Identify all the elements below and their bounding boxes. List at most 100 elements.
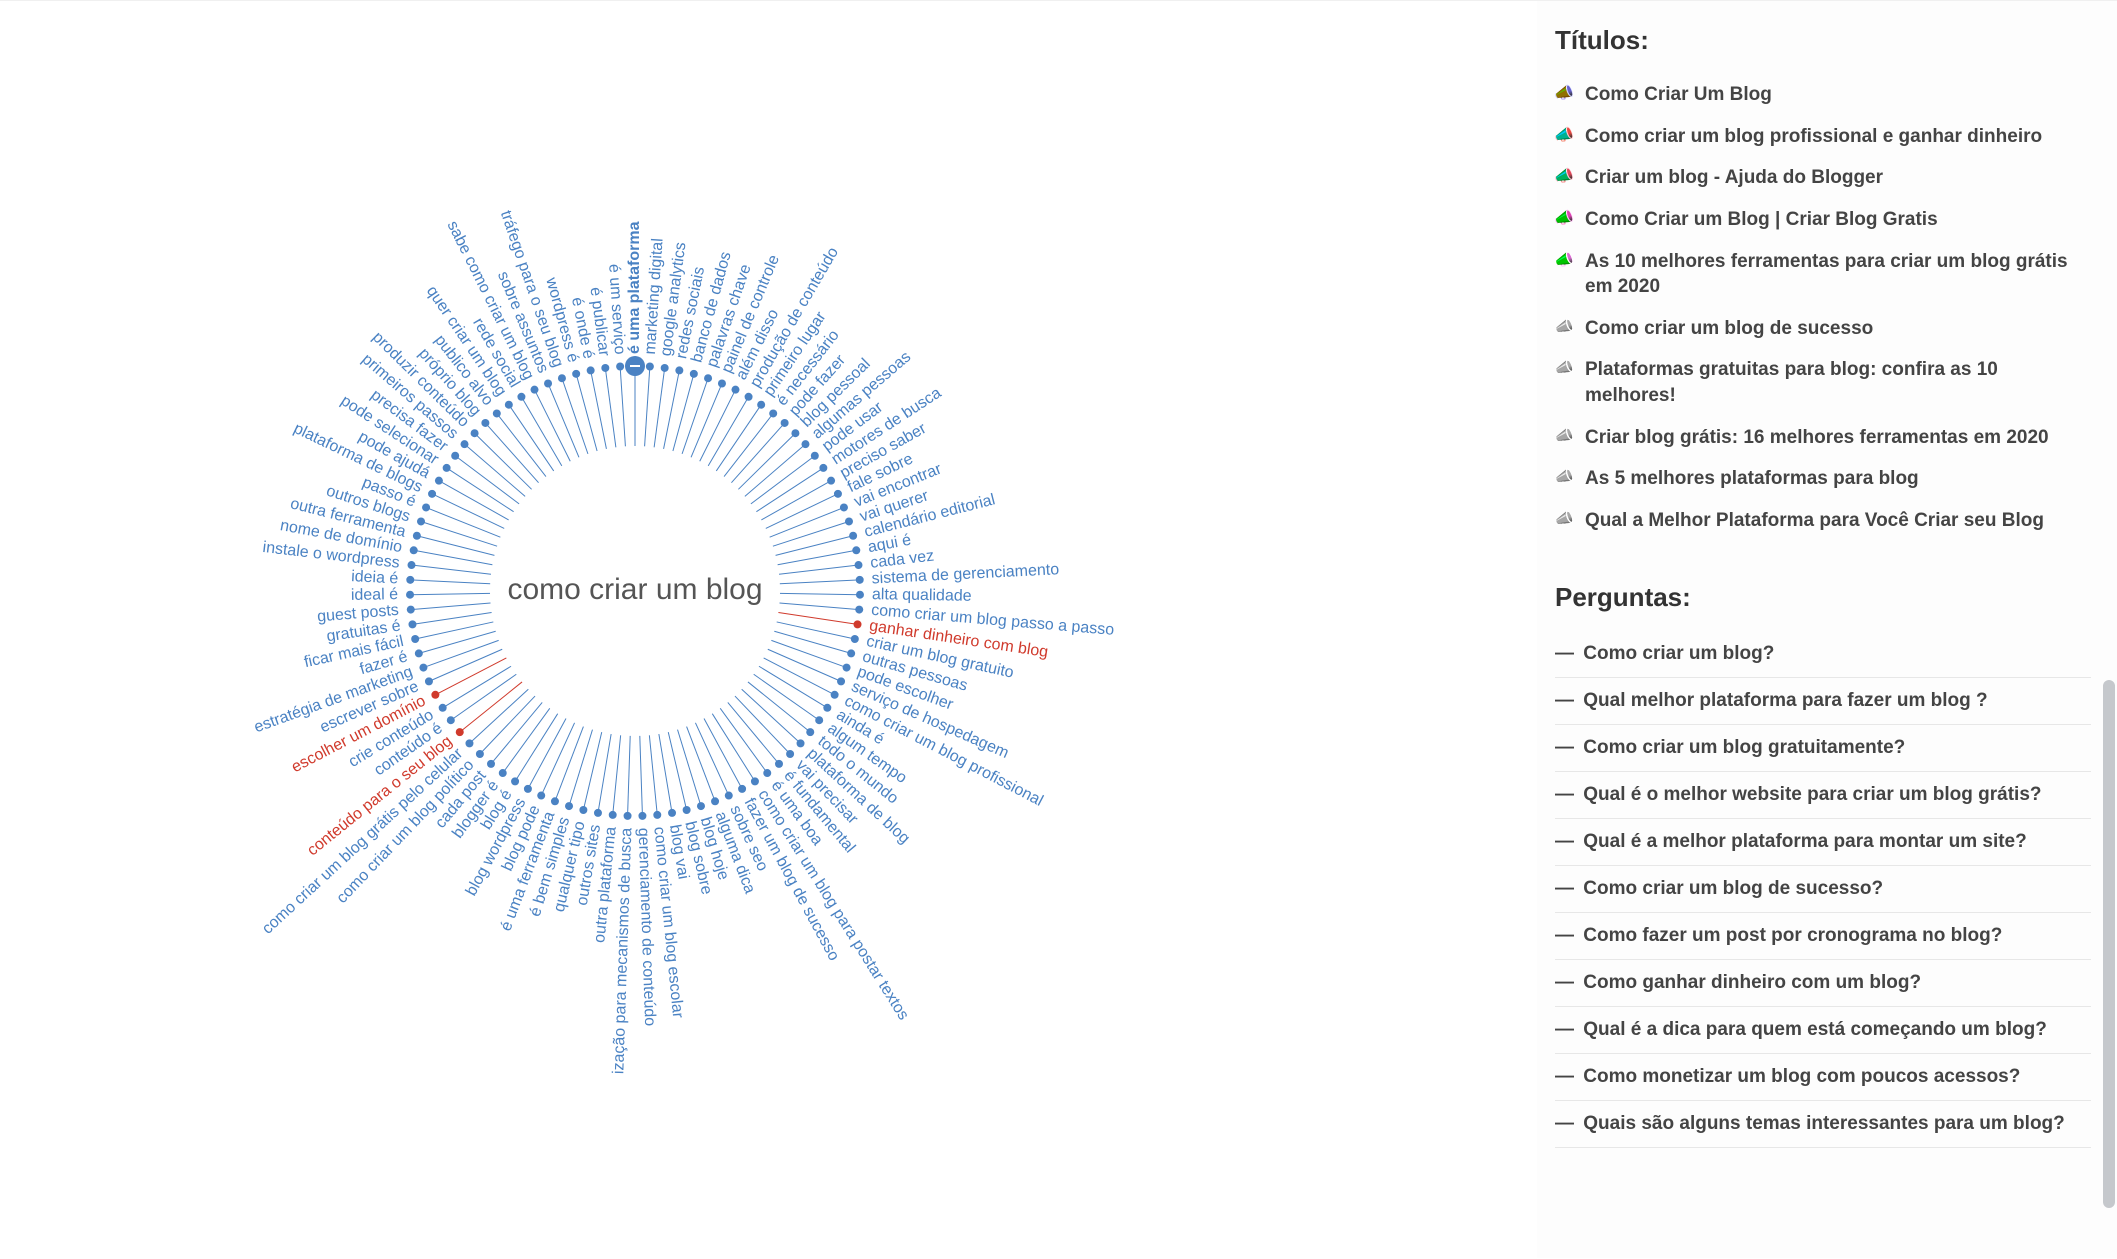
pergunta-item[interactable]: — Como criar um blog gratuitamente?: [1555, 725, 2091, 772]
spoke-dot[interactable]: [408, 561, 416, 569]
spoke-dot[interactable]: [499, 769, 507, 777]
spoke-dot[interactable]: [834, 490, 842, 498]
spoke-label[interactable]: ideia é: [351, 568, 399, 587]
spoke-dot[interactable]: [763, 769, 771, 777]
spoke-dot[interactable]: [505, 401, 513, 409]
spoke-dot[interactable]: [697, 802, 705, 810]
spoke-dot[interactable]: [439, 704, 447, 712]
spoke-dot[interactable]: [587, 366, 595, 374]
spoke-dot[interactable]: [428, 490, 436, 498]
pergunta-item[interactable]: — Como ganhar dinheiro com um blog?: [1555, 960, 2091, 1007]
pergunta-item[interactable]: — Qual é a dica para quem está começando…: [1555, 1007, 2091, 1054]
spoke-label[interactable]: é uma plataforma: [626, 221, 643, 354]
spoke-dot[interactable]: [854, 620, 862, 628]
spoke-dot[interactable]: [435, 477, 443, 485]
spoke-node[interactable]: é uma plataforma: [625, 221, 645, 446]
spoke-dot[interactable]: [594, 809, 602, 817]
titulo-item[interactable]: As 5 melhores plataformas para blog: [1555, 458, 2091, 500]
spoke-dot[interactable]: [854, 561, 862, 569]
spoke-dot[interactable]: [711, 797, 719, 805]
spoke-dot[interactable]: [847, 649, 855, 657]
spoke-dot[interactable]: [456, 728, 464, 736]
pergunta-item[interactable]: — Como monetizar um blog com poucos aces…: [1555, 1054, 2091, 1101]
spoke-dot[interactable]: [731, 386, 739, 394]
spoke-dot[interactable]: [851, 635, 859, 643]
spoke-dot[interactable]: [447, 716, 455, 724]
spoke-dot[interactable]: [837, 677, 845, 685]
spoke-dot[interactable]: [690, 370, 698, 378]
spoke-dot[interactable]: [823, 704, 831, 712]
titulo-item[interactable]: Como criar um blog profissional e ganhar…: [1555, 116, 2091, 158]
spoke-dot[interactable]: [827, 477, 835, 485]
spoke-dot[interactable]: [407, 606, 415, 614]
spoke-dot[interactable]: [406, 576, 414, 584]
spoke-dot[interactable]: [408, 620, 416, 628]
titulo-item[interactable]: Como criar um blog de sucesso: [1555, 308, 2091, 350]
spoke-dot[interactable]: [616, 362, 624, 370]
spoke-dot[interactable]: [413, 532, 421, 540]
spoke-dot[interactable]: [517, 393, 525, 401]
spoke-dot[interactable]: [493, 409, 501, 417]
scrollbar-thumb[interactable]: [2103, 680, 2115, 1208]
spoke-dot[interactable]: [668, 809, 676, 817]
spoke-dot[interactable]: [786, 750, 794, 758]
pergunta-item[interactable]: — Quais são alguns temas interessantes p…: [1555, 1101, 2091, 1148]
spoke-dot[interactable]: [465, 739, 473, 747]
titulo-item[interactable]: Qual a Melhor Plataforma para Você Criar…: [1555, 500, 2091, 542]
pergunta-item[interactable]: — Qual melhor plataforma para fazer um b…: [1555, 678, 2091, 725]
spoke-dot[interactable]: [524, 785, 532, 793]
spoke-dot[interactable]: [801, 440, 809, 448]
spoke-dot[interactable]: [624, 812, 632, 820]
spoke-dot[interactable]: [797, 739, 805, 747]
titulo-item[interactable]: As 10 melhores ferramentas para criar um…: [1555, 241, 2091, 308]
spoke-dot[interactable]: [410, 546, 418, 554]
titulo-item[interactable]: Plataformas gratuitas para blog: confira…: [1555, 349, 2091, 416]
spoke-node[interactable]: gerenciamento de conteúdo: [635, 736, 659, 1027]
spoke-dot[interactable]: [855, 606, 863, 614]
spoke-dot[interactable]: [551, 797, 559, 805]
spoke-dot[interactable]: [419, 664, 427, 672]
spoke-dot[interactable]: [638, 812, 646, 820]
spoke-dot[interactable]: [406, 591, 414, 599]
pergunta-item[interactable]: — Como criar um blog de sucesso?: [1555, 866, 2091, 913]
spoke-dot[interactable]: [422, 503, 430, 511]
spoke-dot[interactable]: [811, 452, 819, 460]
pergunta-item[interactable]: — Como criar um blog?: [1555, 631, 2091, 678]
spoke-dot[interactable]: [476, 750, 484, 758]
scrollbar-track[interactable]: [2103, 1, 2115, 1258]
spoke-node[interactable]: guest posts: [317, 602, 491, 626]
spoke-dot[interactable]: [411, 635, 419, 643]
spoke-dot[interactable]: [738, 785, 746, 793]
spoke-dot[interactable]: [579, 806, 587, 814]
spoke-dot[interactable]: [417, 517, 425, 525]
spoke-dot[interactable]: [819, 464, 827, 472]
pergunta-item[interactable]: — Qual é a melhor plataforma para montar…: [1555, 819, 2091, 866]
spoke-dot[interactable]: [718, 379, 726, 387]
spoke-dot[interactable]: [481, 419, 489, 427]
spoke-dot[interactable]: [675, 366, 683, 374]
spoke-dot[interactable]: [757, 401, 765, 409]
spoke-dot[interactable]: [815, 716, 823, 724]
spoke-node[interactable]: ização para mecanismos de busca: [610, 736, 635, 1074]
pergunta-item[interactable]: — Qual é o melhor website para criar um …: [1555, 772, 2091, 819]
spoke-dot[interactable]: [745, 393, 753, 401]
spoke-label[interactable]: alta qualidade: [872, 586, 972, 605]
spoke-dot[interactable]: [704, 374, 712, 382]
spoke-dot[interactable]: [451, 452, 459, 460]
spoke-dot[interactable]: [415, 649, 423, 657]
spoke-dot[interactable]: [565, 802, 573, 810]
spoke-dot[interactable]: [843, 664, 851, 672]
pergunta-item[interactable]: — Como fazer um post por cronograma no b…: [1555, 913, 2091, 960]
spoke-dot[interactable]: [831, 691, 839, 699]
spoke-dot[interactable]: [609, 811, 617, 819]
spoke-dot[interactable]: [471, 429, 479, 437]
spoke-dot[interactable]: [443, 464, 451, 472]
titulo-item[interactable]: Como Criar um Blog | Criar Blog Gratis: [1555, 199, 2091, 241]
spoke-dot[interactable]: [511, 777, 519, 785]
spoke-dot[interactable]: [601, 364, 609, 372]
spoke-dot[interactable]: [683, 806, 691, 814]
spoke-dot[interactable]: [769, 409, 777, 417]
spoke-dot[interactable]: [751, 777, 759, 785]
spoke-dot[interactable]: [806, 728, 814, 736]
spoke-dot[interactable]: [487, 760, 495, 768]
